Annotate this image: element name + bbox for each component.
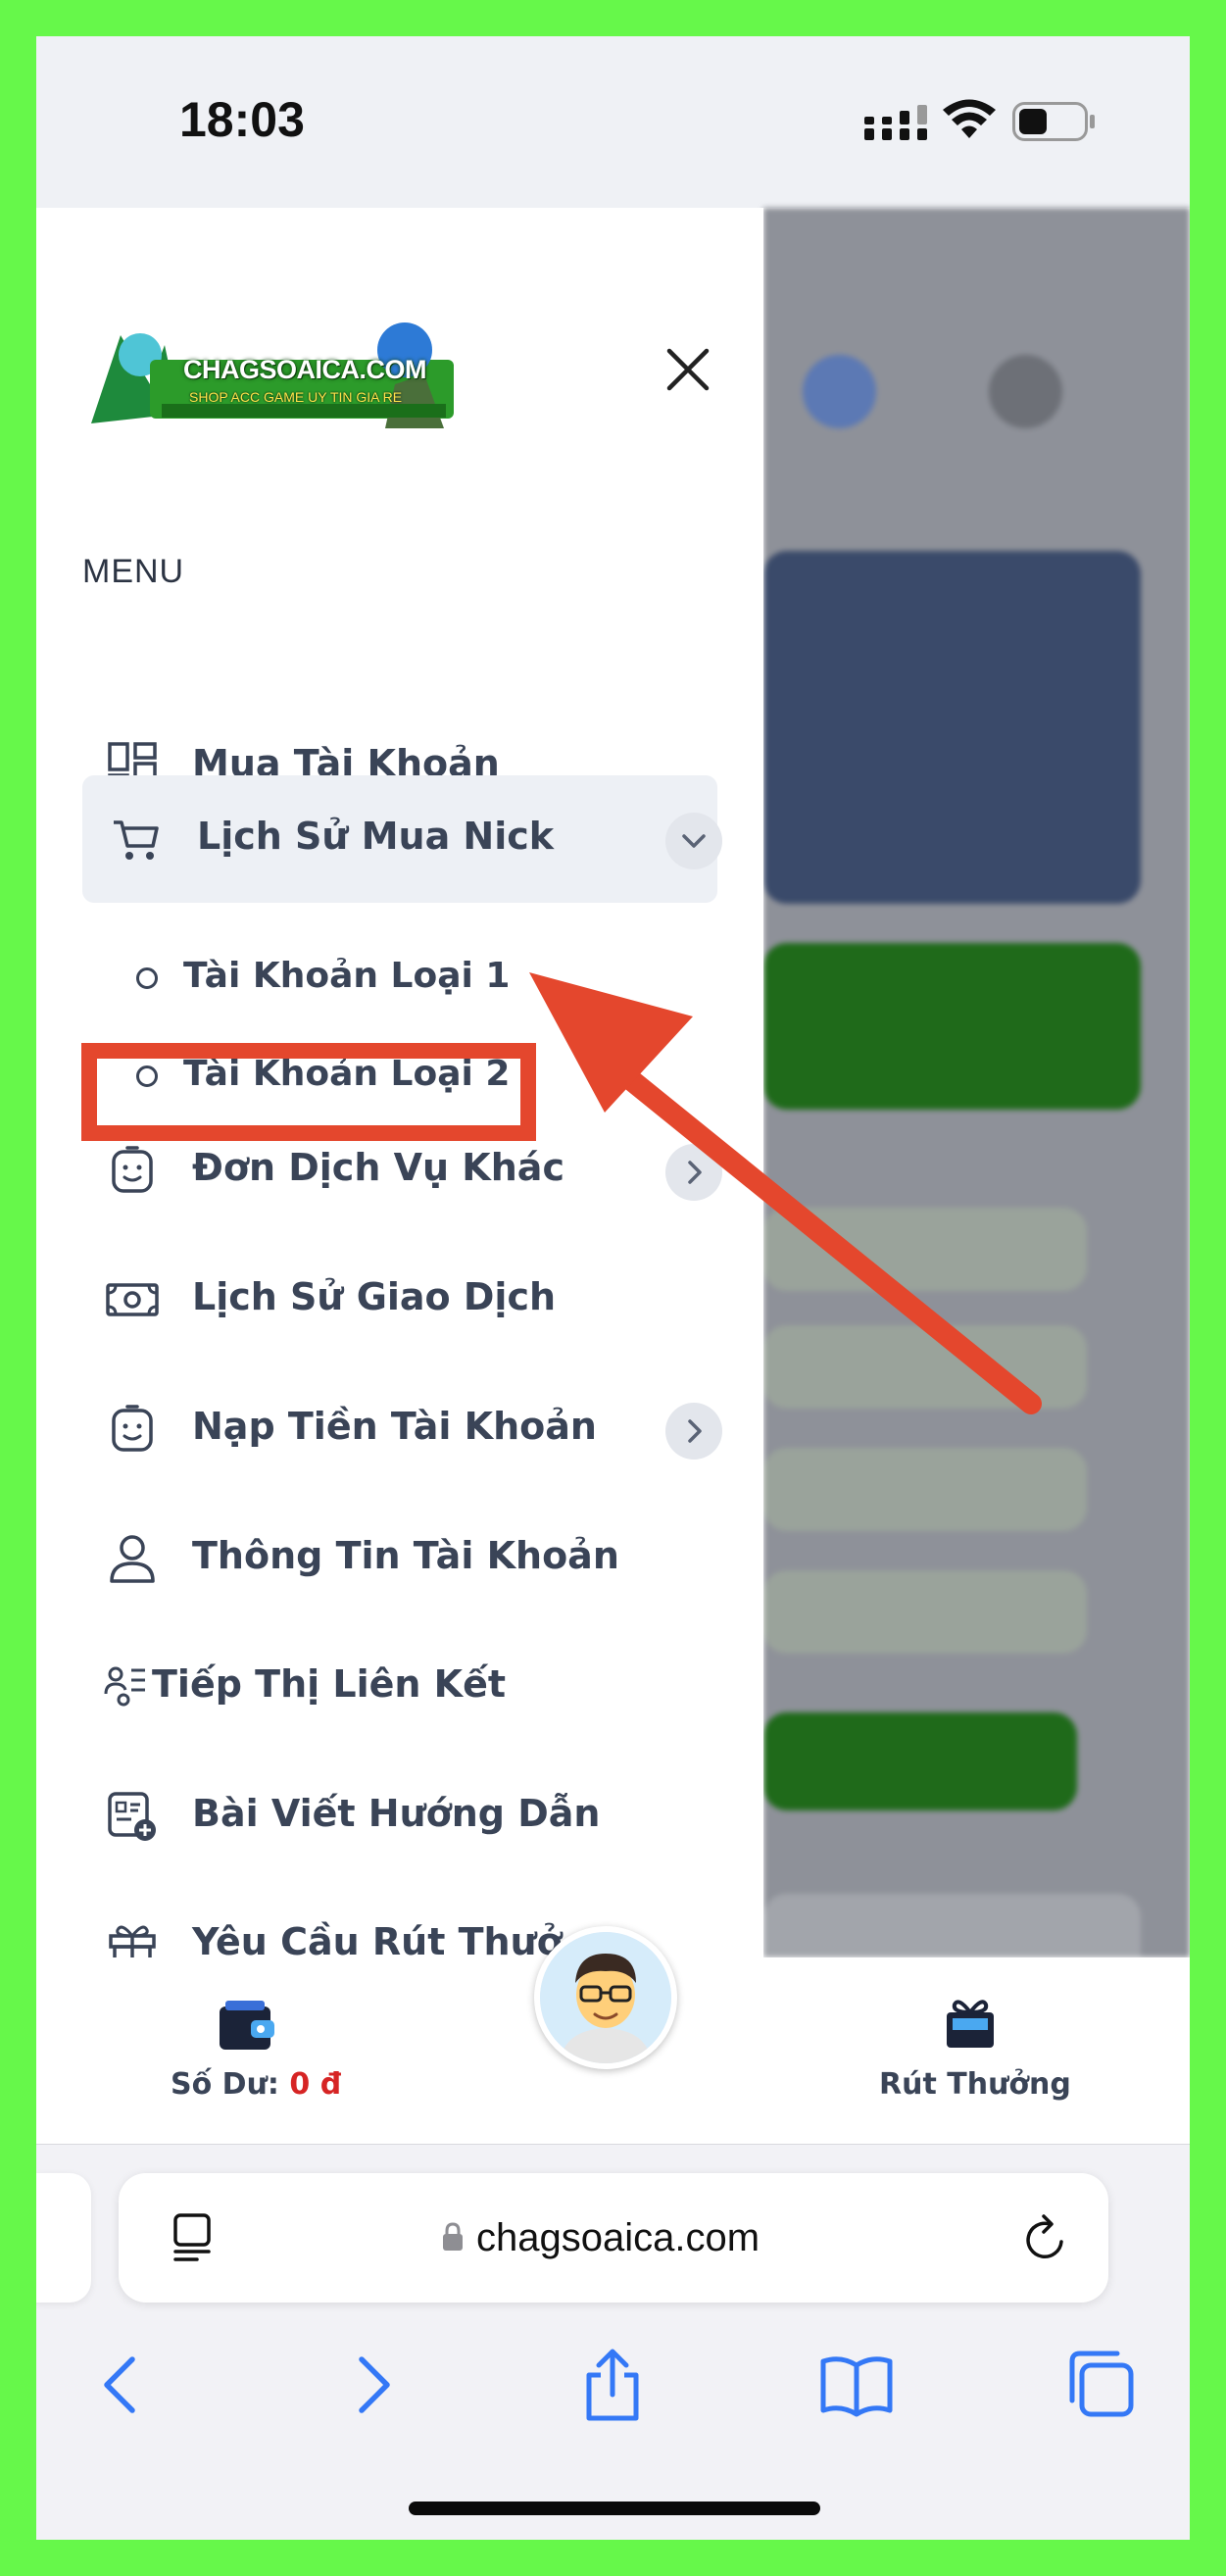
chevron-down-icon[interactable] (665, 813, 722, 869)
home-indicator (409, 2502, 820, 2515)
highlight-box (81, 1043, 536, 1141)
balance-label: Số Dư: (171, 2067, 279, 2102)
chevron-right-icon[interactable] (665, 1403, 722, 1460)
menu-item-label: Yêu Cầu Rút Thưở (192, 1920, 563, 1957)
logo-subtitle: SHOP ACC GAME UY TIN GIA RE (189, 389, 403, 405)
status-time: 18:03 (179, 92, 305, 147)
wallet-icon[interactable] (218, 1999, 276, 2052)
menu-item-label: Lịch Sử Mua Nick (197, 815, 555, 858)
menu-item-thong-tin-tai-khoan[interactable]: Thông Tin Tài Khoản (82, 1495, 717, 1622)
money-icon (106, 1283, 159, 1316)
menu-item-lich-su-mua-nick[interactable]: Lịch Sử Mua Nick (82, 775, 722, 903)
menu-item-bai-viet-huong-dan[interactable]: Bài Viết Hướng Dẫn (82, 1753, 717, 1880)
article-add-icon (108, 1792, 156, 1841)
menu-heading: MENU (82, 553, 185, 590)
menu-item-lich-su-giao-dich[interactable]: Lịch Sử Giao Dịch (82, 1236, 717, 1363)
avatar[interactable] (534, 1926, 677, 2069)
menu-item-tiep-thi-lien-ket[interactable]: Tiếp Thị Liên Kết (82, 1623, 717, 1751)
balance-value: 0 đ (289, 2067, 342, 2102)
chevron-right-icon[interactable] (665, 1144, 722, 1201)
background-page (763, 208, 1190, 1957)
phone-screen: 18:03 CHAGSOAICA.COM SHOP ACC GAME UY TI… (36, 36, 1190, 2540)
tabs-icon[interactable] (1062, 2346, 1141, 2424)
gift-icon (109, 1925, 156, 1957)
menu-item-label: Tiếp Thị Liên Kết (152, 1662, 507, 1706)
forward-icon[interactable] (330, 2346, 409, 2424)
status-bar: 18:03 (36, 36, 1190, 208)
share-icon[interactable] (573, 2346, 652, 2424)
face-icon (112, 1405, 153, 1452)
reward-button-label[interactable]: Rút Thưởng (879, 2067, 1071, 2102)
menu-item-label: Nạp Tiền Tài Khoản (192, 1405, 597, 1448)
bookmarks-icon[interactable] (817, 2346, 896, 2424)
affiliate-icon (104, 1666, 145, 1707)
user-icon (110, 1535, 155, 1583)
previous-tab-peek[interactable] (36, 2173, 91, 2303)
menu-item-nap-tien-tai-khoan[interactable]: Nạp Tiền Tài Khoản (82, 1365, 722, 1493)
cart-icon (114, 820, 159, 860)
close-icon[interactable] (654, 335, 722, 404)
back-icon[interactable] (85, 2346, 164, 2424)
submenu-item-tai-khoan-loai-1[interactable]: Tài Khoản Loại 1 (124, 936, 673, 1024)
menu-item-label: Bài Viết Hướng Dẫn (192, 1792, 601, 1835)
submenu-item-label: Tài Khoản Loại 1 (183, 956, 511, 996)
page-menu-icon[interactable] (168, 2212, 217, 2263)
cellular-signal-icon (864, 105, 927, 140)
side-drawer: CHAGSOAICA.COM SHOP ACC GAME UY TIN GIA … (36, 208, 763, 1957)
menu-item-label: Đơn Dịch Vụ Khác (192, 1146, 564, 1189)
lock-icon (443, 2222, 463, 2251)
balance-text[interactable]: Số Dư: 0 đ (171, 2067, 341, 2102)
menu-item-label: Lịch Sử Giao Dịch (192, 1275, 557, 1318)
wifi-icon (943, 99, 996, 138)
logo-text: CHAGSOAICA.COM (183, 355, 427, 384)
gift-box-icon[interactable] (943, 1995, 998, 2052)
face-icon (112, 1146, 153, 1193)
address-bar[interactable]: chagsoaica.com (119, 2173, 1108, 2303)
menu-item-label: Thông Tin Tài Khoản (192, 1534, 619, 1577)
battery-icon (1012, 102, 1095, 141)
url-domain: chagsoaica.com (476, 2216, 760, 2259)
circle-bullet-icon (136, 967, 158, 989)
reload-icon[interactable] (1020, 2212, 1071, 2265)
